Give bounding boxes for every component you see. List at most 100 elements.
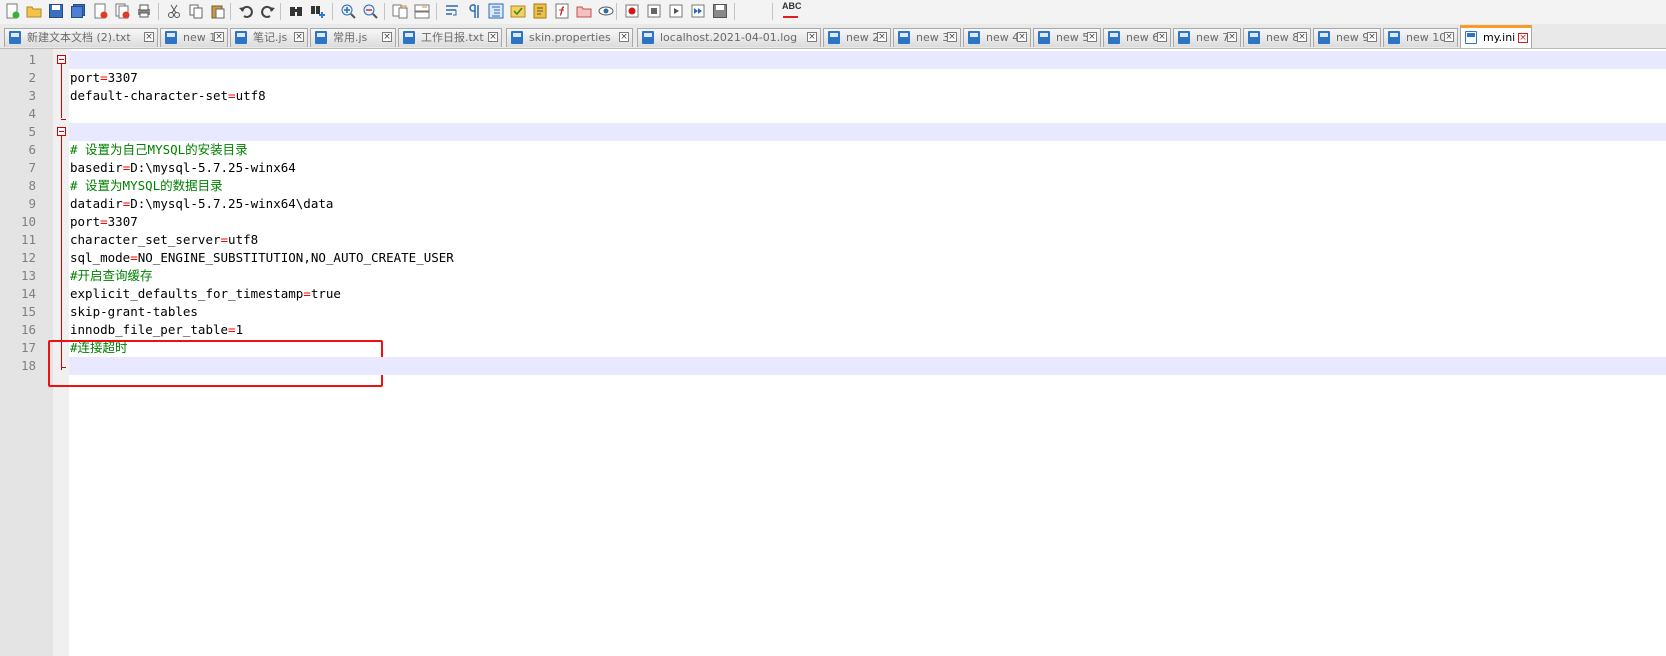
show-all-chars-icon[interactable]	[466, 3, 482, 19]
play-macro-icon[interactable]	[668, 3, 684, 19]
tab-3[interactable]: 笔记.js ×	[230, 28, 308, 47]
user-defined-lang-icon[interactable]	[510, 3, 526, 19]
tab-label: 常用.js	[333, 31, 368, 44]
tab-6[interactable]: skin.properties ×	[506, 28, 633, 47]
file-save-status-icon	[968, 31, 980, 44]
file-save-status-icon	[403, 31, 415, 44]
tab-label: skin.properties	[529, 31, 611, 44]
tab-label: 新建文本文档 (2).txt	[27, 31, 131, 44]
word-wrap-icon[interactable]	[444, 3, 460, 19]
code-line[interactable]	[0, 105, 1666, 123]
code-line[interactable]	[0, 321, 1666, 339]
code-line[interactable]	[69, 123, 1666, 141]
tab-close-icon[interactable]: ×	[619, 32, 629, 42]
toolbar-separator	[734, 3, 735, 20]
tab-close-icon[interactable]: ×	[877, 32, 887, 42]
code-line[interactable]	[0, 231, 1666, 249]
code-line[interactable]	[0, 339, 1666, 357]
fold-toggle-icon[interactable]	[57, 55, 66, 64]
indent-guide-icon[interactable]	[488, 3, 504, 19]
file-save-status-icon	[1318, 31, 1330, 44]
record-macro-icon[interactable]	[624, 3, 640, 19]
open-file-icon[interactable]	[26, 3, 42, 19]
tab-label: new 6	[1126, 31, 1160, 44]
doc-map-icon[interactable]	[532, 3, 548, 19]
zoom-out-icon[interactable]	[362, 3, 378, 19]
close-icon[interactable]	[92, 3, 108, 19]
sync-v-scroll-icon[interactable]	[392, 3, 408, 19]
current-line[interactable]	[69, 357, 1666, 375]
tab-1[interactable]: 新建文本文档 (2).txt ×	[4, 28, 158, 47]
tab-close-icon[interactable]: ×	[1157, 32, 1167, 42]
tab-close-icon[interactable]: ×	[144, 32, 154, 42]
folder-workspace-icon[interactable]	[576, 3, 592, 19]
copy-icon[interactable]	[188, 3, 204, 19]
cut-icon[interactable]	[166, 3, 182, 19]
code-line[interactable]	[0, 213, 1666, 231]
tab-17[interactable]: my.ini ×	[1460, 25, 1532, 48]
tab-close-icon[interactable]: ×	[294, 32, 304, 42]
code-line[interactable]	[0, 87, 1666, 105]
tab-5[interactable]: 工作日报.txt ×	[398, 28, 502, 47]
tab-2[interactable]: new 1 ×	[160, 28, 228, 47]
paste-icon[interactable]	[210, 3, 226, 19]
code-line[interactable]	[0, 141, 1666, 159]
tab-15[interactable]: new 9 ×	[1313, 28, 1381, 47]
stop-record-icon[interactable]	[646, 3, 662, 19]
tab-close-icon[interactable]: ×	[807, 32, 817, 42]
save-icon[interactable]	[48, 3, 64, 19]
tab-label: new 7	[1196, 31, 1230, 44]
code-line[interactable]	[0, 177, 1666, 195]
tab-7[interactable]: localhost.2021-04-01.log ×	[637, 28, 821, 47]
tab-11[interactable]: new 5 ×	[1033, 28, 1101, 47]
function-list-icon[interactable]	[554, 3, 570, 19]
code-line[interactable]	[0, 303, 1666, 321]
tab-10[interactable]: new 4 ×	[963, 28, 1031, 47]
tab-close-icon[interactable]: ×	[1087, 32, 1097, 42]
tab-close-icon[interactable]: ×	[488, 32, 498, 42]
tab-4[interactable]: 常用.js ×	[310, 28, 396, 47]
spellcheck-button[interactable]: ABC	[782, 1, 802, 11]
file-save-status-icon	[9, 31, 21, 44]
undo-icon[interactable]	[238, 3, 254, 19]
tab-close-icon[interactable]: ×	[947, 32, 957, 42]
redo-icon[interactable]	[260, 3, 276, 19]
code-line[interactable]	[0, 159, 1666, 177]
save-all-icon[interactable]	[70, 3, 86, 19]
new-file-icon[interactable]	[4, 3, 20, 19]
tab-16[interactable]: new 10 ×	[1383, 28, 1458, 47]
run-macro-multiple-icon[interactable]	[690, 3, 706, 19]
tab-close-icon[interactable]: ×	[1518, 33, 1528, 43]
save-macro-icon[interactable]	[712, 3, 728, 19]
tab-13[interactable]: new 7 ×	[1173, 28, 1241, 47]
code-line[interactable]	[0, 69, 1666, 87]
tab-close-icon[interactable]: ×	[1297, 32, 1307, 42]
tab-12[interactable]: new 6 ×	[1103, 28, 1171, 47]
tab-14[interactable]: new 8 ×	[1243, 28, 1311, 47]
monitoring-icon[interactable]	[598, 3, 614, 19]
tab-label: localhost.2021-04-01.log	[660, 31, 798, 44]
tab-close-icon[interactable]: ×	[214, 32, 224, 42]
toolbar-separator	[436, 3, 437, 20]
close-all-icon[interactable]	[114, 3, 130, 19]
tab-close-icon[interactable]: ×	[1444, 32, 1454, 42]
tab-9[interactable]: new 3 ×	[893, 28, 961, 47]
tab-close-icon[interactable]: ×	[382, 32, 392, 42]
code-line[interactable]	[0, 267, 1666, 285]
replace-icon[interactable]	[310, 3, 326, 19]
sync-h-scroll-icon[interactable]	[414, 3, 430, 19]
code-line[interactable]	[0, 195, 1666, 213]
tab-close-icon[interactable]: ×	[1367, 32, 1377, 42]
zoom-in-icon[interactable]	[340, 3, 356, 19]
code-line[interactable]	[0, 285, 1666, 303]
find-icon[interactable]	[288, 3, 304, 19]
code-line[interactable]	[0, 249, 1666, 267]
tab-label: new 5	[1056, 31, 1090, 44]
tab-8[interactable]: new 2 ×	[823, 28, 891, 47]
fold-toggle-icon[interactable]	[57, 127, 66, 136]
tab-close-icon[interactable]: ×	[1017, 32, 1027, 42]
tab-close-icon[interactable]: ×	[1227, 32, 1237, 42]
print-icon[interactable]	[136, 3, 152, 19]
toolbar-separator	[772, 3, 773, 20]
code-line[interactable]	[69, 51, 1666, 69]
